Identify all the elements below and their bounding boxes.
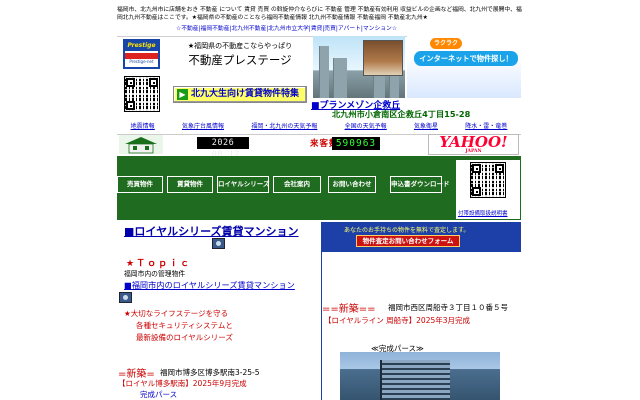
link-local-weather[interactable]: 福岡・北九州の天気予報 bbox=[251, 121, 317, 133]
link-satellite[interactable]: 気象衛星 bbox=[414, 121, 438, 133]
logo-text: Prestige bbox=[125, 41, 158, 51]
brand-name: 不動産プレステージ bbox=[188, 53, 292, 67]
info-links: 地震情報 気象庁台風情報 福岡・北九州の天気予報 全国の天気予報 気象衛星 降水… bbox=[117, 121, 521, 133]
ad-badge: ラクラク bbox=[430, 38, 462, 49]
house-icon bbox=[119, 135, 163, 154]
internet-search-ad[interactable] bbox=[407, 36, 521, 98]
menu-label: 売買物件 bbox=[118, 177, 162, 192]
category-links[interactable]: ☆不動産|福岡不動産|北九州不動産|北九州市立大学|賃貸|売買|アパート|マンシ… bbox=[176, 23, 468, 32]
menu-label: 申込書ダウンロード bbox=[391, 177, 450, 192]
qr-code-icon bbox=[124, 76, 160, 112]
camera-icon[interactable] bbox=[119, 292, 132, 303]
new-build-tag: ==新築== bbox=[322, 304, 376, 315]
menu-sales-properties[interactable]: 売買物件 bbox=[117, 176, 163, 193]
current-date: 2026 .08.17 bbox=[197, 137, 249, 160]
menu-label: お問い合わせ bbox=[329, 177, 375, 192]
feature-line-1: ★大切なライフステージを守る bbox=[124, 309, 229, 318]
logo-subtext: Prestige-net bbox=[129, 59, 154, 64]
student-rental-feature-button[interactable]: ▶ 北九大生向け賃貸物件特集 bbox=[173, 86, 307, 103]
visitor-counter: 590963 bbox=[332, 137, 380, 150]
tagline: ★福岡県の不動産こならやっぱり bbox=[187, 42, 293, 50]
menu-royal-series[interactable]: ロイヤルシリーズ bbox=[217, 176, 269, 193]
new-build-address: 福岡市博多区博多駅南3-25-5 bbox=[160, 368, 260, 377]
building-rendering[interactable] bbox=[340, 352, 500, 400]
prestige-logo[interactable]: Prestige Prestige-net bbox=[123, 39, 160, 69]
feature-button-label: 北九大生向け賃貸物件特集 bbox=[191, 89, 300, 99]
intro-text: 福岡市、北九州市に店舗をおき 不動産 について 賃貸 売買 の斡旋仲介ならびに … bbox=[117, 7, 522, 22]
equipment-manual-link[interactable]: 付帯設備取扱説明書 bbox=[458, 209, 508, 217]
link-national-weather[interactable]: 全国の天気予報 bbox=[345, 121, 387, 133]
new-build-name[interactable]: 【ロイヤルライン 周船寺】2025年3月完成 bbox=[324, 315, 470, 326]
menu-label: 会社案内 bbox=[274, 177, 320, 192]
new-build-name[interactable]: 【ロイヤル博多駅南】2025年9月完成 bbox=[118, 378, 247, 389]
camera-icon[interactable] bbox=[212, 238, 225, 249]
mansion-address: 北九州市小倉南区企救丘4丁目15-28 bbox=[332, 109, 471, 119]
menu-contact[interactable]: お問い合わせ bbox=[328, 176, 376, 193]
feature-line-2: 各種セキュリティシステムと bbox=[136, 321, 233, 330]
room-photo bbox=[363, 40, 403, 76]
link-rain-thunder[interactable]: 降水・雷・竜巻 bbox=[465, 121, 507, 133]
ad-banner[interactable]: インターネットで物件探し！ bbox=[414, 51, 518, 66]
link-earthquake[interactable]: 地震情報 bbox=[131, 121, 155, 133]
fukuoka-royal-link[interactable]: ■福岡市内のロイヤルシリーズ賃貸マンション bbox=[124, 279, 295, 291]
qr-code-icon bbox=[470, 162, 506, 198]
new-build-perspective[interactable]: 完成パース bbox=[140, 389, 177, 400]
appraisal-text: あなたのお手持ちの物件を無料で査定します。 bbox=[344, 227, 470, 234]
menu-label: ロイヤルシリーズ bbox=[218, 177, 269, 192]
new-build-address: 福岡市西区周船寺３丁目１０番５号 bbox=[388, 303, 508, 312]
menu-application-download[interactable]: 申込書ダウンロード bbox=[390, 176, 450, 193]
menu-rental-properties[interactable]: 賃貸物件 bbox=[167, 176, 213, 193]
link-typhoon[interactable]: 気象庁台風情報 bbox=[182, 121, 224, 133]
topic-subtitle: 福岡市内の管理物件 bbox=[124, 270, 186, 278]
arrow-right-icon: ▶ bbox=[177, 89, 188, 100]
menu-label: 賃貸物件 bbox=[168, 177, 212, 192]
menu-company-info[interactable]: 会社案内 bbox=[273, 176, 321, 193]
appraisal-form-button[interactable]: 物件査定お問い合わせフォーム bbox=[356, 235, 460, 247]
feature-line-3: 最新設備のロイヤルシリーズ bbox=[136, 333, 233, 342]
yahoo-japan-link[interactable]: YAHOO! JAPAN bbox=[428, 134, 519, 155]
royal-series-link[interactable]: ■ロイヤルシリーズ賃貸マンション bbox=[124, 223, 299, 239]
